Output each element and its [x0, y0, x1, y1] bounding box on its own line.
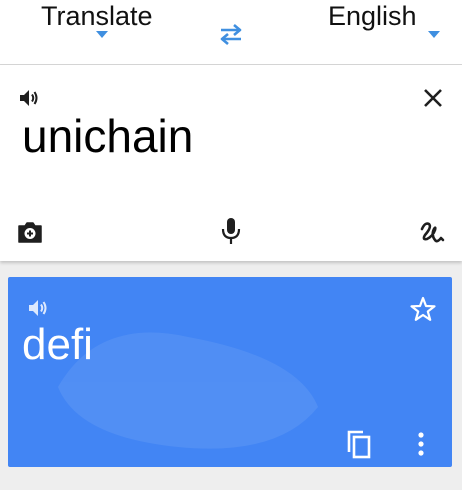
source-text[interactable]: unichain [22, 108, 193, 164]
microphone-icon[interactable] [218, 216, 244, 246]
translation-result-card[interactable]: defi [8, 277, 452, 467]
source-language-selector[interactable]: Translate [41, 0, 153, 33]
target-language-selector[interactable]: English [328, 0, 417, 33]
camera-icon[interactable] [16, 218, 44, 246]
language-bar: Translate English [0, 0, 462, 65]
more-vert-icon[interactable] [412, 430, 430, 458]
chevron-down-icon[interactable] [428, 31, 440, 38]
speaker-icon[interactable] [18, 87, 40, 109]
star-icon[interactable] [409, 295, 437, 323]
input-card: unichain [0, 65, 462, 261]
translation-text: defi [22, 320, 93, 369]
speaker-icon[interactable] [27, 297, 49, 319]
handwriting-icon[interactable] [418, 218, 446, 246]
chevron-down-icon[interactable] [96, 31, 108, 38]
translate-app: Translate English unichain defi [0, 0, 462, 490]
copy-icon[interactable] [345, 428, 373, 460]
close-icon[interactable] [420, 85, 446, 111]
swap-languages-icon[interactable] [217, 22, 245, 46]
